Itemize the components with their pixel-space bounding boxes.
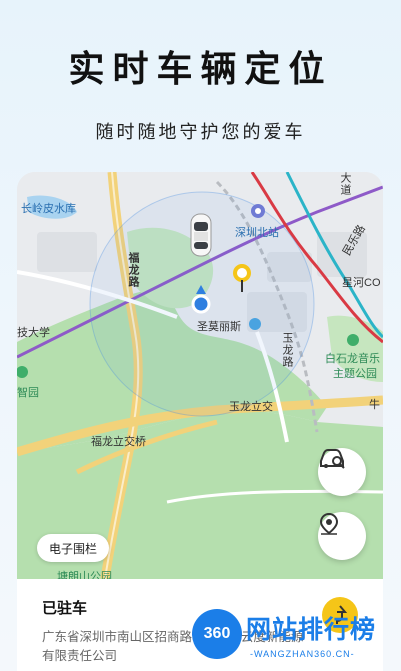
current-location-dot: [191, 285, 211, 314]
location-button[interactable]: [318, 512, 366, 560]
map-label: 圣莫丽斯: [197, 321, 241, 333]
map-label: 玉龙路: [281, 332, 293, 368]
map-label: 塘朗山公园: [57, 571, 112, 579]
watermark: 360 网站排行榜 -WANGZHAN360.CN-: [192, 605, 401, 671]
map-label: 福龙路: [127, 252, 139, 288]
fence-button[interactable]: 电子围栏: [37, 534, 110, 562]
location-pin-icon: [319, 512, 339, 535]
car-top-view-icon[interactable]: [189, 212, 213, 258]
hero-title: 实时车辆定位: [68, 49, 333, 90]
phone-screen: 长岭皮水库 深圳北站 福龙路 大道 民乐路 星河CO 技大学 智园 圣莫丽斯 玉…: [17, 172, 383, 671]
map-label: 技大学: [17, 327, 50, 339]
map-label: 大道: [339, 172, 351, 196]
watermark-text: 网站排行榜: [246, 615, 377, 644]
map-label: 玉龙立交: [229, 401, 273, 413]
map-label: 星河CO: [342, 277, 381, 289]
watermark-logo: 360: [192, 609, 242, 659]
map-label: 智园: [17, 387, 39, 399]
map-label: 牛: [369, 399, 380, 411]
car-search-button[interactable]: [318, 448, 366, 496]
hero-subtitle: 随时随地守护您的爱车: [95, 122, 306, 143]
map-label: 白石龙音乐: [325, 353, 380, 365]
map-label: 长岭皮水库: [21, 203, 76, 215]
map-label: 福龙立交桥: [91, 436, 146, 448]
car-search-icon: [320, 449, 345, 469]
watermark-url: -WANGZHAN360.CN-: [250, 649, 355, 659]
yellow-pin-icon[interactable]: [233, 264, 251, 294]
map-view[interactable]: 长岭皮水库 深圳北站 福龙路 大道 民乐路 星河CO 技大学 智园 圣莫丽斯 玉…: [17, 172, 383, 579]
poi-marker: [347, 334, 359, 346]
map-label: 深圳北站: [235, 227, 279, 239]
poi-marker: [249, 318, 261, 330]
map-label: 主题公园: [333, 368, 377, 380]
